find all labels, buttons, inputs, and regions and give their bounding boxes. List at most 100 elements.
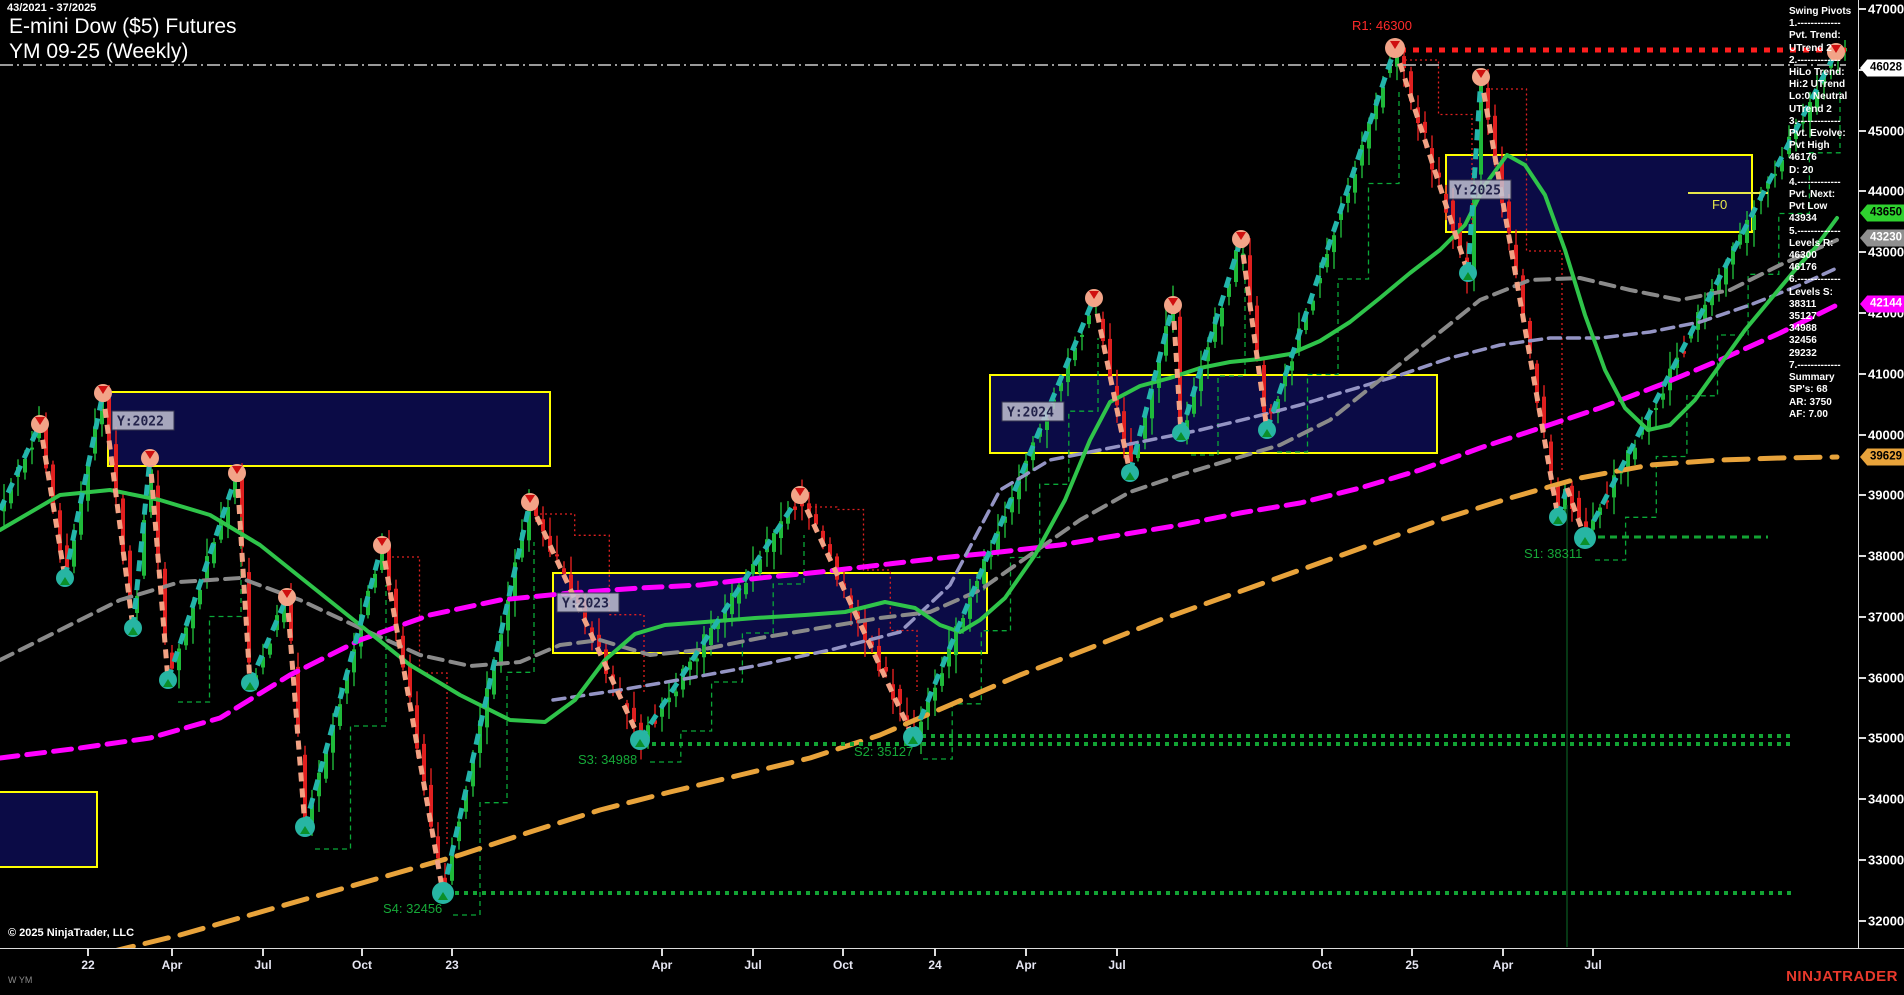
downswing-line — [284, 596, 308, 828]
info-panel-line: Levels R: — [1789, 237, 1834, 249]
info-panel-line: AR: 3750 — [1789, 396, 1832, 408]
time-tick — [1502, 949, 1504, 956]
time-tick — [752, 949, 754, 956]
upswing-line — [62, 392, 106, 579]
level-label-S4: S4: 32456 — [383, 901, 442, 916]
time-tick-label: Apr — [651, 958, 673, 972]
down-candle-body — [107, 397, 111, 442]
stop-trail-down-steps — [392, 556, 448, 847]
info-panel-line: 7.------------- — [1789, 359, 1841, 371]
price-tick-label: 34000 — [1868, 791, 1904, 807]
price-tick — [1859, 555, 1866, 557]
time-tick — [1025, 949, 1027, 956]
info-panel-line: 3.------------- — [1789, 115, 1841, 127]
year-boxes-layer — [0, 154, 1753, 868]
downswing-line — [379, 544, 446, 894]
time-tick-label: Apr — [1492, 958, 1514, 972]
price-tick — [1859, 859, 1866, 861]
info-panel-line: 5.------------- — [1789, 225, 1841, 237]
time-axis[interactable]: 22 Apr Jul Oct 23 Apr Jul Oct 24 Apr Jul Oct 25 Apr Ju… — [0, 948, 1904, 995]
time-tick-label: Apr — [161, 958, 183, 972]
time-tick-label: Jul — [1108, 958, 1126, 972]
down-candle-body — [1577, 497, 1581, 519]
info-panel-line: Pvt High — [1789, 140, 1830, 152]
info-panel-line: SP's: 68 — [1789, 384, 1828, 396]
price-tick — [1859, 677, 1866, 679]
info-panel-line: 43934 — [1789, 213, 1817, 225]
time-tick-label: Jul — [1584, 958, 1602, 972]
year-chip-label: Y:2024 — [1007, 406, 1054, 421]
info-panel-line: 46300 — [1789, 250, 1817, 262]
up-candle-body — [772, 533, 776, 552]
info-panel-line: AF: 7.00 — [1789, 408, 1828, 420]
up-candle-body — [1220, 307, 1224, 327]
info-panel-line: 46176 — [1789, 152, 1817, 164]
info-panel-line: 1.------------- — [1789, 18, 1841, 30]
time-tick-label: 24 — [928, 958, 942, 972]
price-marker-tag: 42144 — [1860, 295, 1904, 313]
time-tick-label: Jul — [254, 958, 272, 972]
upswing-line — [130, 457, 153, 629]
down-candle-body — [1493, 115, 1497, 162]
info-panel-line: 34988 — [1789, 323, 1817, 335]
time-tick — [842, 949, 844, 956]
info-panel-line: UTrend 2 — [1789, 103, 1832, 115]
info-panel-line: 32456 — [1789, 335, 1817, 347]
info-panel-line: Summary — [1789, 372, 1835, 384]
level-label-R1: R1: 46300 — [1352, 18, 1412, 33]
upswing-line — [0, 422, 43, 512]
up-candle-body — [933, 687, 937, 701]
time-tick — [451, 949, 453, 956]
info-panel-line: 4.------------- — [1789, 176, 1841, 188]
down-candle-body — [1255, 305, 1259, 351]
info-panel-line: Pvt. Trend: — [1789, 30, 1841, 42]
price-tick-label: 33000 — [1868, 852, 1904, 868]
year-chip-label: Y:2025 — [1454, 184, 1501, 199]
up-candle-body — [1087, 315, 1091, 325]
price-tick-label: 38000 — [1868, 548, 1904, 564]
up-candle-body — [191, 607, 195, 629]
info-panel-line: 2.------------- — [1789, 54, 1841, 66]
level-label-S2: S2: 35127 — [854, 744, 913, 759]
info-panel-line: Pvt Low — [1789, 201, 1828, 213]
info-panel-line: 46176 — [1789, 262, 1817, 274]
ninjatrader-logo: NINJATRADER — [1786, 968, 1898, 985]
level-label-S1: S1: 38311 — [1524, 546, 1582, 561]
time-tick — [262, 949, 264, 956]
time-tick — [361, 949, 363, 956]
info-panel-line: 6.------------- — [1789, 274, 1841, 286]
time-tick — [661, 949, 663, 956]
up-candle-body — [1724, 266, 1728, 285]
down-candle-body — [793, 506, 797, 510]
time-tick — [87, 949, 89, 956]
time-tick-label: Oct — [832, 958, 854, 972]
year-chip-label: Y:2023 — [562, 597, 609, 612]
down-candle-body — [422, 743, 426, 782]
chart-title: E-mini Dow ($5) Futures YM 09-25 (Weekly… — [9, 14, 237, 64]
time-tick — [1321, 949, 1323, 956]
chart-canvas[interactable]: R1: 46300 S1: 38311 S2: 35127 S3: 34988 S4: … — [0, 0, 1858, 948]
upswing-line — [302, 544, 385, 828]
price-tick — [1859, 798, 1866, 800]
info-panel-line: Pvt. Evolve: — [1789, 128, 1846, 140]
info-panel-line: Lo:0 Neutral — [1789, 91, 1848, 103]
down-candle-body — [1507, 201, 1511, 233]
price-tick-label: 47000 — [1868, 1, 1904, 17]
price-marker-tag: 43650 — [1860, 204, 1904, 222]
info-panel-line: 35127 — [1789, 311, 1817, 323]
price-tick-label: 40000 — [1868, 427, 1904, 443]
chart-title-line2: YM 09-25 (Weekly) — [9, 40, 189, 63]
up-candle-body — [1080, 334, 1084, 337]
time-tick-label: Oct — [1311, 958, 1333, 972]
time-tick-label: 23 — [445, 958, 459, 972]
price-axis[interactable]: 4700046000450004400043000420004100040000… — [1858, 0, 1904, 948]
down-candle-body — [555, 554, 559, 557]
up-candle-body — [1654, 407, 1658, 410]
time-tick-label: Jul — [744, 958, 762, 972]
downswing-line — [1478, 76, 1561, 518]
time-tick-label: 25 — [1405, 958, 1419, 972]
price-marker-tag: 46028 — [1860, 59, 1904, 77]
upswing-line — [1264, 47, 1398, 431]
price-marker-tag: 43230 — [1860, 229, 1904, 247]
down-candle-body — [114, 444, 118, 489]
